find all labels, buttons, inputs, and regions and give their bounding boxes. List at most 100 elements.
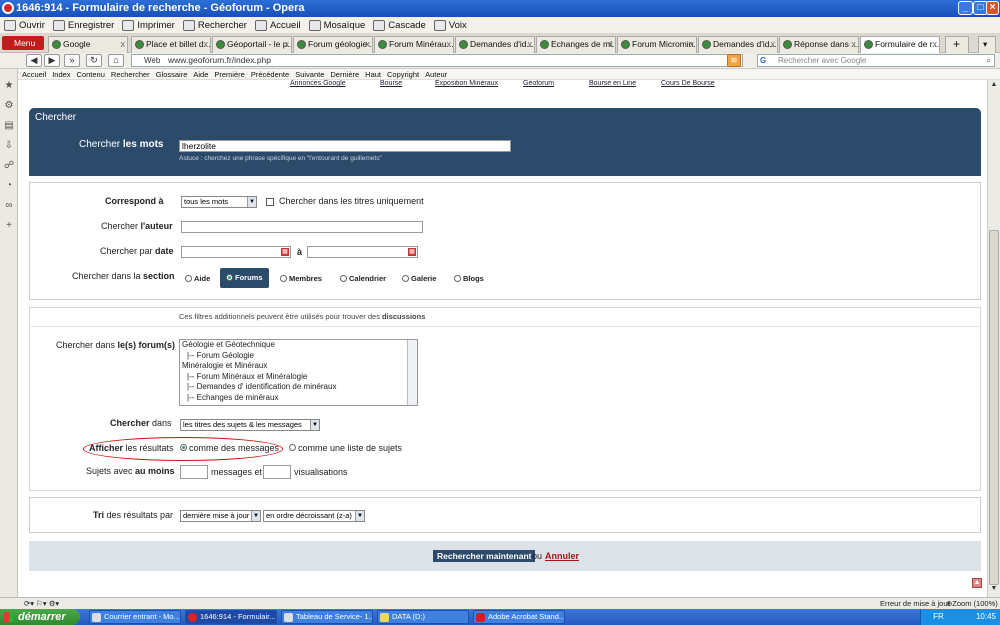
radio[interactable] xyxy=(340,274,347,282)
history-panel-icon[interactable]: ◔ xyxy=(4,181,14,191)
sort-select[interactable]: dernière mise à jour ▼ xyxy=(180,510,261,522)
radio[interactable] xyxy=(402,274,409,282)
search-in-select[interactable]: les titres des sujets & les messages ▼ xyxy=(180,419,320,431)
nav-link[interactable]: Dernière xyxy=(330,70,359,79)
radio[interactable] xyxy=(454,274,461,282)
magnifier-icon[interactable]: ⌕ xyxy=(987,55,991,66)
task-opera[interactable]: 1646:914 - Formulair... xyxy=(185,610,277,624)
show-as-topics[interactable]: comme une liste de sujets xyxy=(289,443,402,453)
ad-link[interactable]: Cours De Bourse xyxy=(661,80,715,87)
date-to-input[interactable] xyxy=(307,246,418,258)
nav-link[interactable]: Aide xyxy=(193,70,208,79)
ad-link[interactable]: Bourse xyxy=(380,80,402,87)
titles-only-checkbox[interactable] xyxy=(266,197,274,206)
minimize-button[interactable]: _ xyxy=(958,1,973,15)
section-calendrier[interactable]: Calendrier xyxy=(340,274,386,283)
nav-link[interactable]: Rechercher xyxy=(111,70,150,79)
rss-icon[interactable]: ≋ xyxy=(727,54,741,67)
start-button[interactable]: démarrer xyxy=(0,609,80,625)
page-scrollbar[interactable]: ▲ ▼ xyxy=(987,80,1000,597)
search-input[interactable]: G Rechercher avec Google ⌕ xyxy=(757,54,995,67)
task-drive[interactable]: DATA (D:) xyxy=(377,610,469,624)
voice-button[interactable]: Voix xyxy=(433,19,467,31)
tab-item[interactable]: Demandes d'id... x xyxy=(698,36,778,53)
scroll-top-icon[interactable]: ▲ xyxy=(972,578,982,588)
cascade-button[interactable]: Cascade xyxy=(373,19,426,31)
language-indicator[interactable]: FR xyxy=(933,612,944,621)
tab-item[interactable]: Géoportail - le p... x xyxy=(212,36,292,53)
downloads-panel-icon[interactable]: ⇩ xyxy=(4,141,14,151)
listbox-scrollbar[interactable] xyxy=(407,340,417,405)
match-select[interactable]: tous les mots ▼ xyxy=(181,196,257,208)
nav-link[interactable]: Index xyxy=(52,70,70,79)
nav-link[interactable]: Auteur xyxy=(425,70,447,79)
close-tab-icon[interactable]: x xyxy=(366,37,371,52)
nav-link[interactable]: Haut xyxy=(365,70,381,79)
nav-link[interactable]: Accueil xyxy=(22,70,46,79)
search-now-button[interactable]: Rechercher maintenant xyxy=(433,550,536,562)
close-tab-icon[interactable]: x xyxy=(528,37,533,52)
status-icons[interactable]: ⟳▾ ⚐▾ ⚙▾ xyxy=(24,598,59,609)
tile-button[interactable]: Mosaïque xyxy=(308,19,365,31)
radio[interactable] xyxy=(185,274,192,282)
forward-button[interactable]: ▶ xyxy=(44,54,60,67)
words-input[interactable]: lherzolite xyxy=(179,140,511,152)
list-item[interactable]: Géologie et Géotechnique xyxy=(182,340,417,351)
reload-button[interactable]: ↻ xyxy=(86,54,102,67)
close-tab-icon[interactable]: x xyxy=(609,37,614,52)
task-acrobat[interactable]: Adobe Acrobat Stand... xyxy=(473,610,565,624)
min-views-input[interactable] xyxy=(263,465,291,479)
section-membres[interactable]: Membres xyxy=(280,274,322,283)
cancel-link[interactable]: Annuler xyxy=(545,551,579,561)
tab-item[interactable]: Forum Micromin... x xyxy=(617,36,697,53)
close-tab-icon[interactable]: x xyxy=(447,37,452,52)
list-item[interactable]: |-- Forum Minéraux et Minéralogie xyxy=(182,372,417,383)
ad-link[interactable]: Exposition Minéraux xyxy=(435,80,498,87)
close-tab-icon[interactable]: x xyxy=(121,37,126,52)
min-messages-input[interactable] xyxy=(180,465,208,479)
date-from-input[interactable] xyxy=(181,246,291,258)
list-item[interactable]: |-- Echanges de minéraux xyxy=(182,393,417,404)
home-button[interactable]: Accueil xyxy=(254,19,301,31)
ad-link[interactable]: Annonces Google xyxy=(290,80,346,87)
forums-listbox[interactable]: Géologie et Géotechnique |-- Forum Géolo… xyxy=(179,339,418,406)
radio[interactable] xyxy=(289,444,296,452)
settings-panel-icon[interactable]: ⚙ xyxy=(4,101,14,111)
tab-item[interactable]: Echanges de mi... x xyxy=(536,36,616,53)
list-item[interactable]: Minéralogie et Minéraux xyxy=(182,361,417,372)
tab-item[interactable]: Réponse dans ... x xyxy=(779,36,859,53)
calendar-icon[interactable]: ▦ xyxy=(408,248,416,256)
list-item[interactable]: |-- Forum Géologie xyxy=(182,351,417,362)
close-tab-icon[interactable]: x xyxy=(771,37,776,52)
ad-link[interactable]: Géoforum xyxy=(523,80,554,87)
close-tab-icon[interactable]: x xyxy=(204,37,209,52)
tab-item[interactable]: Demandes d'id... x xyxy=(455,36,535,53)
nav-link[interactable]: Précédente xyxy=(251,70,289,79)
links-panel-icon[interactable]: ☍ xyxy=(4,161,14,171)
nav-link[interactable]: Copyright xyxy=(387,70,419,79)
nav-link[interactable]: Contenu xyxy=(77,70,105,79)
calendar-icon[interactable]: ▦ xyxy=(281,248,289,256)
tab-list-button[interactable]: ▾ xyxy=(978,36,996,53)
close-button[interactable]: × xyxy=(986,1,999,15)
close-tab-icon[interactable]: x xyxy=(690,37,695,52)
tab-item[interactable]: Forum géologie ... x xyxy=(293,36,373,53)
section-galerie[interactable]: Galerie xyxy=(402,274,436,283)
tab-item[interactable]: Formulaire de r... x xyxy=(860,36,940,53)
scroll-down-icon[interactable]: ▼ xyxy=(989,585,999,595)
tab-item[interactable]: Place et billet d... x xyxy=(131,36,211,53)
section-aide[interactable]: Aide xyxy=(185,274,210,283)
find-button[interactable]: Rechercher xyxy=(182,19,247,31)
zoom-control[interactable]: ⊕Zoom (100%) xyxy=(946,598,998,609)
titles-only-option[interactable]: Chercher dans les titres uniquement xyxy=(266,196,424,206)
nav-link[interactable]: Suivante xyxy=(295,70,324,79)
opera-menu-button[interactable]: Menu xyxy=(2,36,44,50)
radio[interactable] xyxy=(226,273,233,281)
tab-item[interactable]: Google x xyxy=(48,36,128,53)
bookmarks-panel-icon[interactable]: ★ xyxy=(4,81,14,91)
task-outlook[interactable]: Courrier entrant - Mo... xyxy=(89,610,181,624)
back-button[interactable]: ◀ xyxy=(26,54,42,67)
close-tab-icon[interactable]: x xyxy=(852,37,857,52)
close-tab-icon[interactable]: x xyxy=(285,37,290,52)
close-tab-icon[interactable]: x xyxy=(933,37,938,52)
